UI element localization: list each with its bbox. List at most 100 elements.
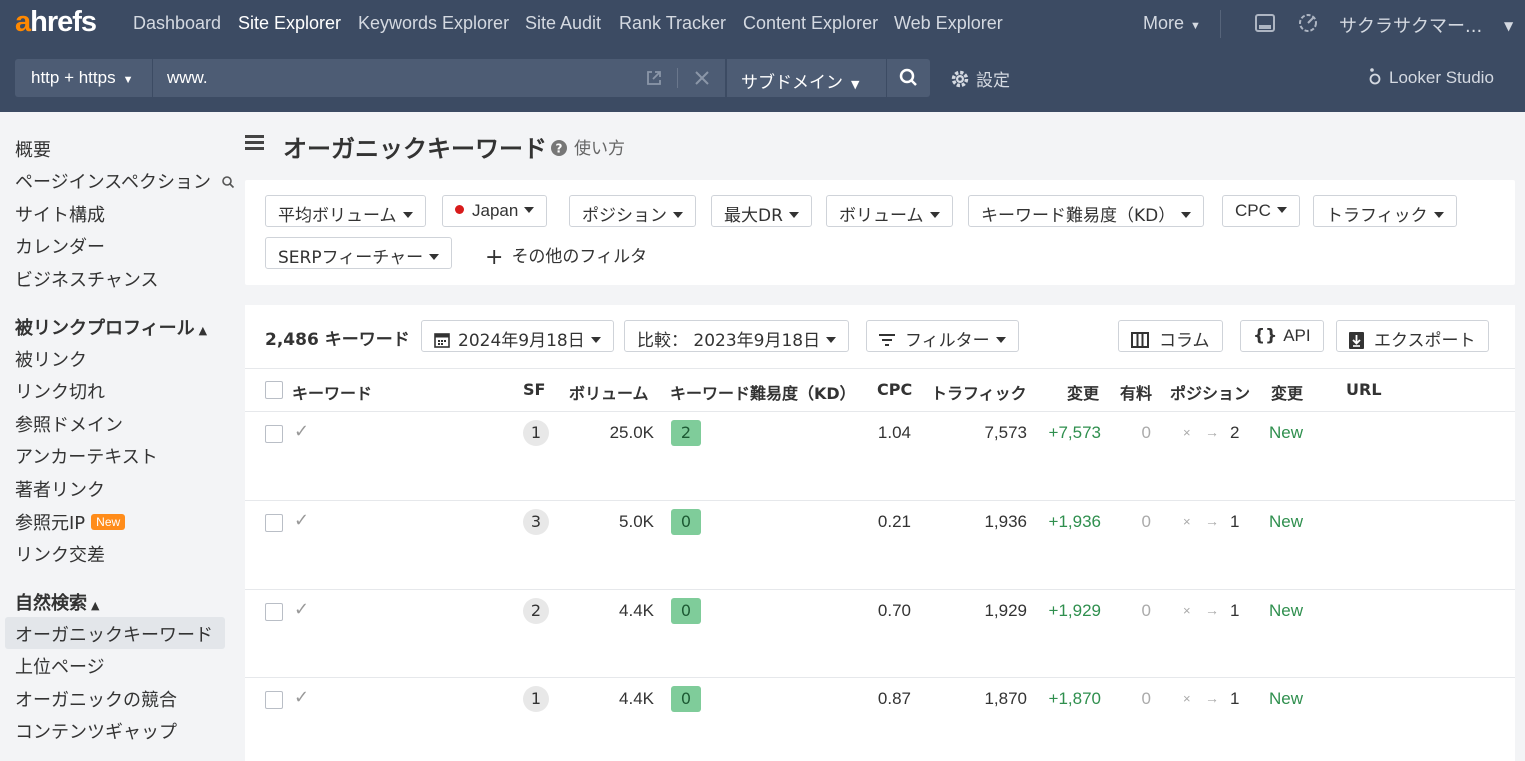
target-url-box <box>152 59 726 97</box>
external-link-icon[interactable] <box>645 69 663 87</box>
sidebar-group-backlinks[interactable]: 被リンクプロフィール ▲ <box>15 314 207 340</box>
mode-select[interactable]: サブドメイン ▼ <box>727 59 886 97</box>
export-button[interactable]: エクスポート <box>1336 320 1489 352</box>
sidebar-item-broken-links[interactable]: リンク切れ <box>15 378 105 404</box>
select-all-checkbox[interactable] <box>265 381 283 399</box>
nav-dashboard[interactable]: Dashboard <box>133 13 221 34</box>
nav-web-explorer[interactable]: Web Explorer <box>894 13 1003 34</box>
settings-button[interactable]: 設定 <box>950 66 1010 91</box>
target-url-input[interactable] <box>167 68 627 88</box>
checkmark-icon[interactable]: ✓ <box>294 687 309 708</box>
col-url[interactable]: URL <box>1346 380 1382 399</box>
table-header-divider <box>245 368 1515 369</box>
filter-volume[interactable]: ボリューム <box>826 195 953 227</box>
nav-site-audit[interactable]: Site Audit <box>525 13 601 34</box>
account-chevron-down-icon[interactable]: ▼ <box>1504 19 1513 33</box>
api-button[interactable]: {} API <box>1240 320 1324 352</box>
inbox-icon[interactable] <box>1254 12 1276 34</box>
looker-studio-link[interactable]: Looker Studio <box>1367 67 1494 88</box>
sidebar-item-content-gap[interactable]: コンテンツギャップ <box>15 718 177 744</box>
sidebar-item-opportunities[interactable]: ビジネスチャンス <box>15 266 158 292</box>
serp-features-count[interactable]: 1 <box>523 686 549 712</box>
columns-button[interactable]: コラム <box>1118 320 1223 352</box>
col-keyword[interactable]: キーワード <box>292 380 372 404</box>
checkmark-icon[interactable]: ✓ <box>294 421 309 442</box>
filter-avg-volume[interactable]: 平均ボリューム <box>265 195 426 227</box>
checkmark-icon[interactable]: ✓ <box>294 510 309 531</box>
sidebar-item-organic-competitors[interactable]: オーガニックの競合 <box>15 686 177 712</box>
col-traffic-change[interactable]: 変更 <box>1067 380 1099 404</box>
filter-serp-features[interactable]: SERPフィーチャー <box>265 237 453 269</box>
col-sf[interactable]: SF <box>523 380 545 399</box>
sidebar-item-referring-domains[interactable]: 参照ドメイン <box>15 411 123 437</box>
clear-icon[interactable] <box>693 69 711 87</box>
row-checkbox[interactable] <box>265 603 283 621</box>
svg-text:?: ? <box>556 142 563 156</box>
filter-icon <box>879 334 895 346</box>
volume-value: 4.4K <box>619 689 654 708</box>
col-traffic[interactable]: トラフィック <box>931 380 1027 404</box>
filter-button[interactable]: フィルター <box>866 320 1019 352</box>
sidebar-group-organic[interactable]: 自然検索 ▲ <box>15 589 99 615</box>
checkmark-icon[interactable]: ✓ <box>294 599 309 620</box>
filter-cpc[interactable]: CPC <box>1222 195 1300 227</box>
arrow-right-icon: → <box>1205 602 1219 618</box>
top-header: ahrefs Dashboard Site Explorer Keywords … <box>0 0 1525 112</box>
sidebar-item-top-pages[interactable]: 上位ページ <box>15 653 105 679</box>
volume-value: 25.0K <box>609 423 654 442</box>
row-divider <box>245 589 1515 590</box>
filter-country[interactable]: Japan <box>442 195 548 227</box>
col-paid[interactable]: 有料 <box>1120 380 1152 404</box>
row-checkbox[interactable] <box>265 691 283 709</box>
cpc-value: 1.04 <box>877 423 911 442</box>
position-value: 1 <box>1230 601 1240 620</box>
nav-rank-tracker[interactable]: Rank Tracker <box>619 13 726 34</box>
row-checkbox[interactable] <box>265 425 283 443</box>
sidebar-item-page-inspection[interactable]: ページインスペクション <box>15 168 235 194</box>
filter-kd[interactable]: キーワード難易度（KD） <box>968 195 1205 227</box>
filter-max-dr[interactable]: 最大DR <box>711 195 812 227</box>
traffic-change-value: +1,929 <box>1048 601 1101 620</box>
kd-badge: 0 <box>671 598 701 624</box>
protocol-select[interactable]: http + https ▼ <box>15 59 152 97</box>
account-menu[interactable]: サクラサクマー... <box>1339 12 1482 38</box>
how-to-link[interactable]: ? 使い方 <box>550 134 625 159</box>
col-cpc[interactable]: CPC <box>877 380 912 399</box>
col-volume[interactable]: ボリューム <box>569 380 649 404</box>
compare-date-picker[interactable]: 比較： 2023年9月18日 <box>624 320 850 352</box>
looker-icon <box>1369 68 1381 85</box>
more-filters-button[interactable]: + その他のフィルタ <box>485 242 647 270</box>
gauge-icon[interactable] <box>1297 12 1319 34</box>
previous-position: × <box>1183 425 1191 440</box>
search-button[interactable] <box>887 59 930 97</box>
ahrefs-logo[interactable]: ahrefs <box>15 6 97 39</box>
sidebar-item-author-links[interactable]: 著者リンク <box>15 476 105 502</box>
sidebar-item-link-intersect[interactable]: リンク交差 <box>15 541 105 567</box>
sidebar-item-site-structure[interactable]: サイト構成 <box>15 201 105 227</box>
filter-traffic[interactable]: トラフィック <box>1313 195 1457 227</box>
sidebar-item-organic-keywords[interactable]: オーガニックキーワード <box>15 621 213 647</box>
col-kd[interactable]: キーワード難易度（KD） <box>670 380 856 404</box>
col-position[interactable]: ポジション <box>1170 380 1250 404</box>
sidebar-item-referring-ips[interactable]: 参照元IP New <box>15 509 126 535</box>
sidebar-item-anchors[interactable]: アンカーテキスト <box>15 443 158 469</box>
sidebar-item-calendar[interactable]: カレンダー <box>15 233 105 259</box>
nav-site-explorer[interactable]: Site Explorer <box>238 13 341 34</box>
serp-features-count[interactable]: 3 <box>523 509 549 535</box>
sidebar-item-overview[interactable]: 概要 <box>15 136 51 162</box>
row-checkbox[interactable] <box>265 514 283 532</box>
sidebar-item-backlinks[interactable]: 被リンク <box>15 346 87 372</box>
japan-flag-icon <box>455 205 464 214</box>
export-icon <box>1349 332 1364 349</box>
traffic-change-value: +1,936 <box>1048 512 1101 531</box>
serp-features-count[interactable]: 1 <box>523 420 549 446</box>
date-picker[interactable]: 2024年9月18日 <box>421 320 614 352</box>
serp-features-count[interactable]: 2 <box>523 598 549 624</box>
nav-keywords-explorer[interactable]: Keywords Explorer <box>358 13 509 34</box>
cpc-value: 0.21 <box>877 512 911 531</box>
filter-position[interactable]: ポジション <box>569 195 696 227</box>
nav-more[interactable]: More ▼ <box>1143 13 1201 34</box>
nav-content-explorer[interactable]: Content Explorer <box>743 13 878 34</box>
menu-toggle-icon[interactable] <box>245 135 264 151</box>
col-position-change[interactable]: 変更 <box>1271 380 1303 404</box>
